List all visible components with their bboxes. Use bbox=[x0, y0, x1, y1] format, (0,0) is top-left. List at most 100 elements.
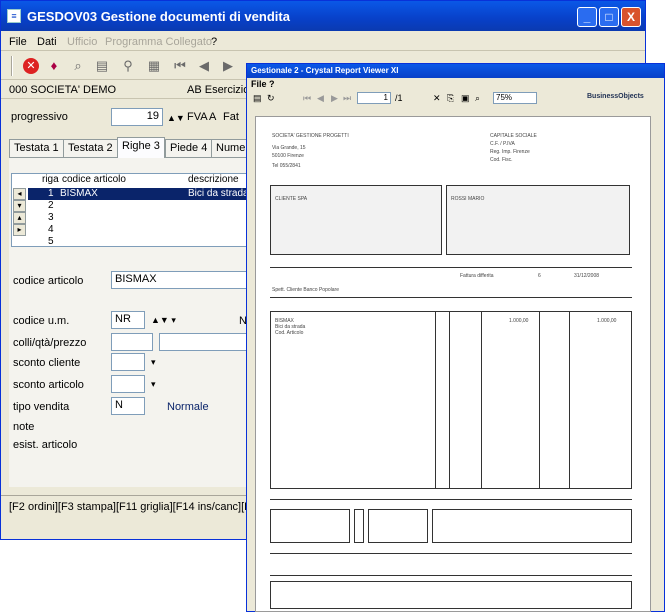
tree-icon[interactable]: ▣ bbox=[461, 93, 470, 104]
doc-suffix: A bbox=[209, 111, 217, 123]
prev-icon[interactable]: ◀ bbox=[195, 57, 213, 75]
cell-riga: 4 bbox=[48, 224, 54, 235]
tipo-vendita-label: tipo vendita bbox=[13, 401, 70, 413]
report-reg: Reg. Imp. Firenze bbox=[490, 149, 530, 155]
chevron-down-icon[interactable]: ▾ bbox=[151, 357, 156, 368]
title-bar[interactable]: ≡ GESDOV03 Gestione documenti di vendita… bbox=[1, 1, 645, 31]
report-page: SOCIETA' GESTIONE PROGETTI Via Grande, 1… bbox=[255, 116, 651, 612]
codice-articolo-label: codice articolo bbox=[13, 275, 84, 287]
doc-type: FVA bbox=[187, 111, 208, 123]
row-nav-icon[interactable]: ▾ bbox=[13, 200, 26, 212]
print-icon[interactable]: ▤ bbox=[93, 57, 111, 75]
next-page-icon[interactable]: ▶ bbox=[331, 93, 338, 104]
menu-programma-collegato[interactable]: Programma Collegato bbox=[105, 36, 212, 48]
tab-righe-3[interactable]: Righe 3 bbox=[117, 137, 165, 158]
crystal-toolbar: ▤ ↻ ⏮ ◀ ▶ ⏭ 1 /1 ✕ ⎘ ▣ ⌕ 75% BusinessObj… bbox=[247, 91, 664, 107]
codice-um-label: codice u.m. bbox=[13, 315, 70, 327]
menu-dati[interactable]: Dati bbox=[37, 36, 57, 48]
tipo-vendita-input[interactable]: N bbox=[111, 397, 145, 415]
export-icon[interactable]: ⎘ bbox=[447, 93, 454, 104]
sconto-articolo-label: sconto articolo bbox=[13, 379, 84, 391]
crystal-title[interactable]: Gestionale 2 - Crystal Report Viewer XI bbox=[247, 64, 664, 78]
binoculars-icon[interactable]: ⚲ bbox=[119, 57, 137, 75]
cell-codice: BISMAX bbox=[60, 188, 98, 199]
company-name: 000 SOCIETA' DEMO bbox=[9, 84, 117, 96]
report-vat: C.F. / P.IVA bbox=[490, 141, 515, 147]
chevron-down-icon[interactable]: ▾ bbox=[151, 379, 156, 390]
prev-page-icon[interactable]: ◀ bbox=[317, 93, 324, 104]
doc-date: 31/12/2008 bbox=[574, 273, 600, 279]
sconto-cliente-input[interactable] bbox=[111, 353, 145, 371]
tab-testata-1[interactable]: Testata 1 bbox=[9, 139, 64, 157]
last-page-icon[interactable]: ⏭ bbox=[343, 93, 351, 104]
colli-input[interactable] bbox=[111, 333, 153, 351]
crystal-menu[interactable]: File ? bbox=[251, 79, 275, 89]
table-row[interactable]: 4 bbox=[28, 224, 250, 236]
row-total: 1.000,00 bbox=[597, 318, 617, 324]
footer-box bbox=[270, 509, 350, 543]
codice-articolo-input[interactable]: BISMAX bbox=[111, 271, 247, 289]
table-row[interactable]: 5 bbox=[28, 236, 250, 248]
footer-box bbox=[354, 509, 364, 543]
divider bbox=[270, 575, 632, 576]
businessobjects-logo: BusinessObjects bbox=[587, 93, 644, 100]
search-icon[interactable]: ⌕ bbox=[475, 93, 480, 104]
table-row[interactable]: 2 bbox=[28, 200, 250, 212]
tipo-vendita-desc: Normale bbox=[167, 401, 209, 413]
minimize-button[interactable]: _ bbox=[577, 7, 597, 27]
maximize-button[interactable]: □ bbox=[599, 7, 619, 27]
row-note: Cod. Articolo bbox=[275, 330, 304, 336]
col-line bbox=[449, 312, 450, 488]
cell-riga: 5 bbox=[48, 236, 54, 247]
report-address: Via Grande, 15 bbox=[272, 145, 306, 151]
report-capital: CAPITALE SOCIALE bbox=[490, 133, 537, 139]
progressivo-spin-icon[interactable]: ▲▼ bbox=[167, 113, 185, 123]
menu-ufficio[interactable]: Ufficio bbox=[67, 36, 97, 48]
col-riga[interactable]: riga bbox=[42, 174, 59, 188]
grid-icon[interactable]: ▦ bbox=[145, 57, 163, 75]
page-input[interactable]: 1 bbox=[357, 92, 391, 104]
footer-box bbox=[432, 509, 632, 543]
first-page-icon[interactable]: ⏮ bbox=[303, 93, 311, 104]
tab-testata-2[interactable]: Testata 2 bbox=[63, 139, 118, 157]
row-nav-icon[interactable]: ▴ bbox=[13, 212, 26, 224]
first-icon[interactable]: ⏮ bbox=[171, 57, 189, 75]
row-nav-icon[interactable]: ◂ bbox=[13, 188, 26, 200]
menu-bar: File Dati Ufficio Programma Collegato ? bbox=[1, 33, 645, 51]
rows-box: BISMAX Bici da strada Cod. Articolo 1.00… bbox=[270, 311, 632, 489]
page-count: /1 bbox=[395, 93, 403, 103]
qta-input[interactable] bbox=[159, 333, 249, 351]
tab-piede-4[interactable]: Piede 4 bbox=[165, 139, 213, 157]
um-spin-icon[interactable]: ▲▼ ▾ bbox=[151, 315, 176, 326]
row-nav-icon[interactable]: ▸ bbox=[13, 224, 26, 236]
close-button[interactable]: X bbox=[621, 7, 641, 27]
codice-um-input[interactable]: NR bbox=[111, 311, 145, 329]
doc-number: 6 bbox=[538, 273, 541, 279]
crystal-report-window: Gestionale 2 - Crystal Report Viewer XI … bbox=[246, 63, 665, 612]
sconto-articolo-input[interactable] bbox=[111, 375, 145, 393]
menu-help[interactable]: ? bbox=[211, 36, 217, 48]
print-icon[interactable]: ▤ bbox=[253, 93, 262, 104]
next-icon[interactable]: ▶ bbox=[219, 57, 237, 75]
table-row[interactable]: 3 bbox=[28, 212, 250, 224]
table-row[interactable]: 1 BISMAX Bici da strada bbox=[28, 188, 250, 200]
col-codice[interactable]: codice articolo bbox=[62, 174, 126, 188]
progressivo-input[interactable]: 19 bbox=[111, 108, 163, 126]
col-descrizione[interactable]: descrizione bbox=[188, 174, 239, 188]
book-icon[interactable]: ♦ bbox=[45, 57, 63, 75]
righe-grid[interactable]: riga codice articolo descrizione ◂ ▾ ▴ ▸… bbox=[11, 173, 251, 247]
function-keys-hint: [F2 ordini][F3 stampa][F11 griglia][F14 … bbox=[9, 501, 270, 513]
divider bbox=[270, 499, 632, 500]
close-view-icon[interactable]: ✕ bbox=[433, 93, 441, 104]
col-line bbox=[539, 312, 540, 488]
colli-label: colli/qtà/prezzo bbox=[13, 337, 87, 349]
divider bbox=[270, 297, 632, 298]
note-label: note bbox=[13, 421, 35, 433]
refresh-icon[interactable]: ↻ bbox=[267, 93, 275, 104]
col-line bbox=[435, 312, 436, 488]
menu-file[interactable]: File bbox=[9, 36, 27, 48]
progressivo-label: progressivo bbox=[11, 111, 68, 123]
search-icon[interactable]: ⌕ bbox=[69, 57, 87, 75]
zoom-select[interactable]: 75% bbox=[493, 92, 537, 104]
stop-icon[interactable]: ✕ bbox=[23, 58, 39, 74]
